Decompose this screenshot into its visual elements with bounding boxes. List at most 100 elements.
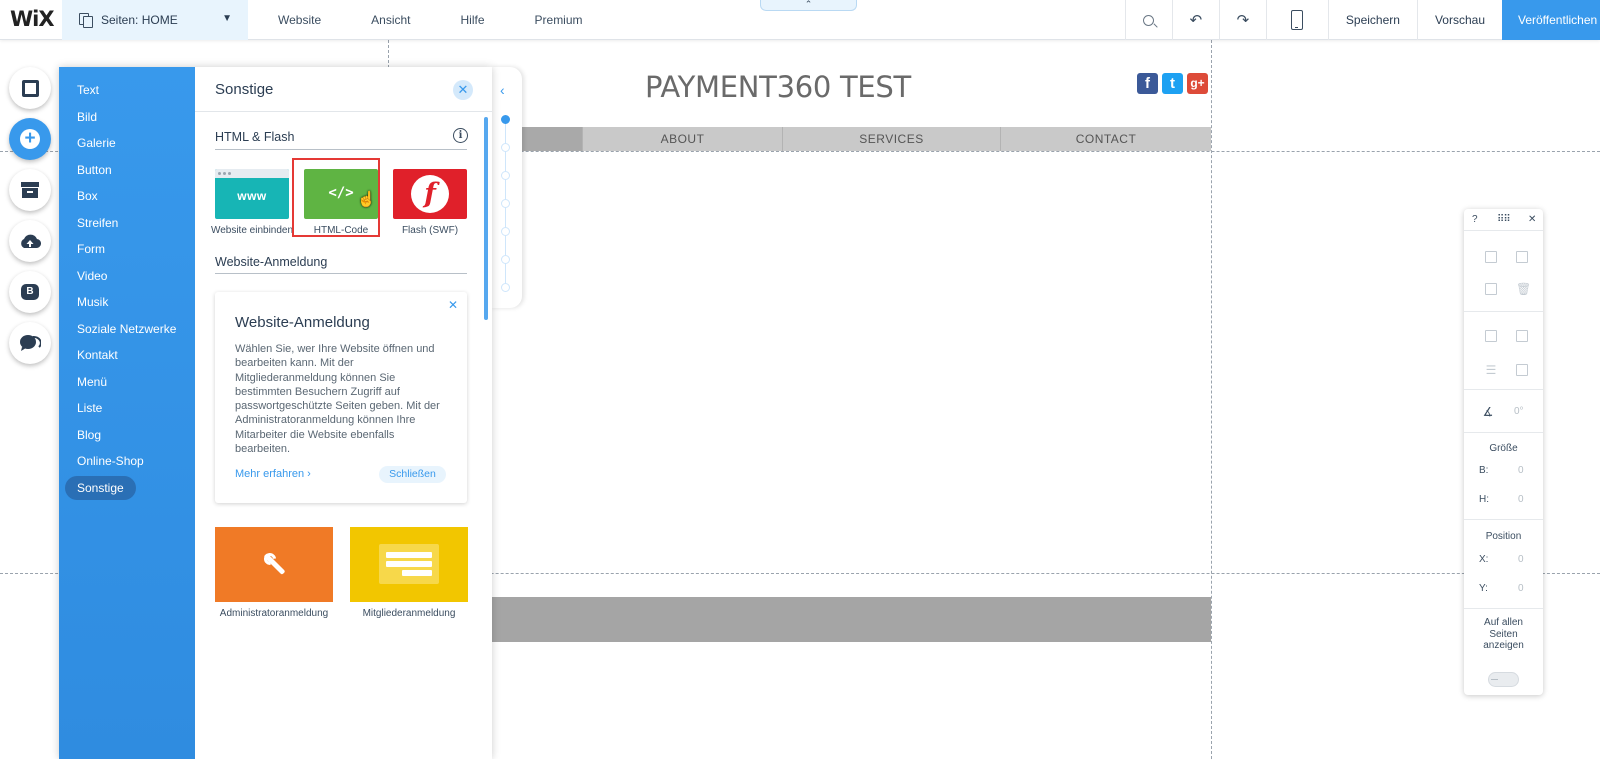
category-button[interactable]: Button	[65, 158, 124, 182]
site-nav-contact[interactable]: CONTACT	[1000, 127, 1211, 151]
store-button[interactable]	[9, 169, 51, 211]
redo-icon: ↷	[1236, 12, 1250, 29]
publish-button[interactable]: Veröffentlichen	[1502, 0, 1600, 40]
tile-caption: Flash (SWF)	[401, 225, 459, 236]
social-bar[interactable]: f t g+	[1137, 73, 1212, 94]
align-right-icon[interactable]	[1516, 330, 1528, 342]
category-sonstige[interactable]: Sonstige	[65, 476, 136, 500]
undo-button[interactable]: ↶	[1171, 0, 1219, 40]
add-button[interactable]: +	[9, 118, 51, 160]
panel-scrollbar[interactable]	[484, 117, 488, 320]
google-plus-icon[interactable]: g+	[1187, 73, 1208, 94]
card-close-icon[interactable]: ✕	[448, 298, 458, 312]
width-input[interactable]: 0	[1518, 465, 1524, 476]
menu-ansicht[interactable]: Ansicht	[371, 13, 410, 27]
card-close-button[interactable]: Schließen	[379, 466, 446, 483]
category-bild[interactable]: Bild	[65, 105, 109, 129]
wrench-icon	[260, 549, 288, 577]
upload-button[interactable]	[9, 220, 51, 262]
category-box[interactable]: Box	[65, 184, 110, 208]
category-kontakt[interactable]: Kontakt	[65, 343, 130, 367]
category-text[interactable]: Text	[65, 78, 111, 102]
wix-logo: WiX	[10, 7, 55, 31]
section-dot[interactable]	[501, 171, 510, 180]
preview-button[interactable]: Vorschau	[1416, 0, 1502, 40]
section-dot[interactable]	[501, 143, 510, 152]
y-input[interactable]: 0	[1518, 583, 1524, 594]
site-nav-about[interactable]: ABOUT	[582, 127, 782, 151]
close-icon[interactable]: ✕	[1528, 214, 1536, 225]
website-login-info-card: ✕ Website-Anmeldung Wählen Sie, wer Ihre…	[215, 292, 467, 503]
close-icon: ✕	[457, 82, 469, 97]
menu-hilfe[interactable]: Hilfe	[461, 13, 485, 27]
category-musik[interactable]: Musik	[65, 290, 120, 314]
site-title[interactable]: PAYMENT360 TEST	[645, 70, 911, 104]
tile-website-embed[interactable]: www Website einbinden	[211, 169, 293, 236]
section-dot[interactable]	[501, 283, 510, 292]
section-dot[interactable]	[501, 115, 510, 124]
copy-icon[interactable]	[1485, 251, 1497, 263]
width-label: B:	[1479, 465, 1489, 476]
category-form[interactable]: Form	[65, 237, 117, 261]
redo-button[interactable]: ↷	[1218, 0, 1266, 40]
site-navigation[interactable]: ABOUT SERVICES CONTACT	[490, 127, 1211, 151]
zoom-button[interactable]	[1124, 0, 1172, 40]
category-soziale-netzwerke[interactable]: Soziale Netzwerke	[65, 317, 188, 341]
section-dot[interactable]	[501, 227, 510, 236]
tile-html-code[interactable]: </> ☝ HTML-Code	[304, 169, 378, 236]
chevron-left-icon[interactable]: ‹	[500, 82, 505, 98]
show-on-all-pages-toggle[interactable]	[1488, 672, 1519, 687]
collapse-topbar-tab[interactable]: ⌃	[760, 0, 857, 11]
chat-icon	[20, 335, 41, 351]
show-on-all-pages-label: Auf allen Seiten anzeigen	[1483, 617, 1524, 651]
menu-premium[interactable]: Premium	[535, 13, 583, 27]
element-properties-toolbar: ? ⠿⠿ ✕ 🗑 ☰ ∡ 0° Größe B: 0 H: 0 Position…	[1464, 209, 1543, 695]
paste-icon[interactable]	[1516, 251, 1528, 263]
menu-website[interactable]: Website	[278, 13, 321, 27]
rotate-icon[interactable]: ∡	[1482, 406, 1494, 418]
category-galerie[interactable]: Galerie	[65, 131, 128, 155]
delete-icon[interactable]: 🗑	[1516, 283, 1531, 295]
rotation-value[interactable]: 0°	[1514, 406, 1524, 417]
flash-icon: f	[393, 169, 467, 219]
pages-label: Seiten: HOME	[101, 13, 178, 27]
background-button[interactable]	[9, 67, 51, 109]
panel-close-button[interactable]: ✕	[453, 80, 473, 100]
category-streifen[interactable]: Streifen	[65, 211, 130, 235]
info-icon[interactable]: i	[453, 128, 468, 143]
save-button[interactable]: Speichern	[1327, 0, 1417, 40]
tile-admin-login[interactable]: Administratoranmeldung	[215, 527, 333, 619]
duplicate-icon[interactable]	[1485, 283, 1497, 295]
x-input[interactable]: 0	[1518, 554, 1524, 565]
category-online-shop[interactable]: Online-Shop	[65, 449, 156, 473]
height-input[interactable]: 0	[1518, 494, 1524, 505]
chat-button[interactable]	[9, 322, 51, 364]
site-footer-strip[interactable]	[490, 597, 1211, 642]
help-icon[interactable]: ?	[1472, 214, 1478, 225]
section-dot[interactable]	[501, 255, 510, 264]
panel-title: Sonstige	[215, 81, 274, 98]
tile-flash[interactable]: f Flash (SWF)	[393, 169, 467, 236]
tile-member-login[interactable]: Mitgliederanmeldung	[350, 527, 468, 619]
facebook-icon[interactable]: f	[1137, 73, 1158, 94]
site-nav-services[interactable]: SERVICES	[782, 127, 1000, 151]
category-liste[interactable]: Liste	[65, 396, 114, 420]
mobile-view-button[interactable]	[1265, 0, 1328, 40]
separator	[1464, 432, 1543, 433]
twitter-icon[interactable]: t	[1162, 73, 1183, 94]
blog-button[interactable]: B	[9, 271, 51, 313]
section-dot[interactable]	[501, 199, 510, 208]
category-video[interactable]: Video	[65, 264, 119, 288]
distribute-icon[interactable]: ☰	[1485, 364, 1497, 376]
y-label: Y:	[1479, 583, 1488, 594]
pages-dropdown[interactable]: Seiten: HOME ▼	[62, 0, 248, 40]
website-embed-icon: www	[215, 169, 289, 219]
category-menue[interactable]: Menü	[65, 370, 119, 394]
drag-handle-icon[interactable]: ⠿⠿	[1497, 214, 1511, 225]
arrange-icon[interactable]	[1485, 330, 1497, 342]
separator	[1464, 608, 1543, 609]
category-blog[interactable]: Blog	[65, 423, 113, 447]
login-form-icon	[379, 544, 439, 584]
learn-more-link[interactable]: Mehr erfahren ›	[235, 468, 311, 480]
match-size-icon[interactable]	[1516, 364, 1528, 376]
